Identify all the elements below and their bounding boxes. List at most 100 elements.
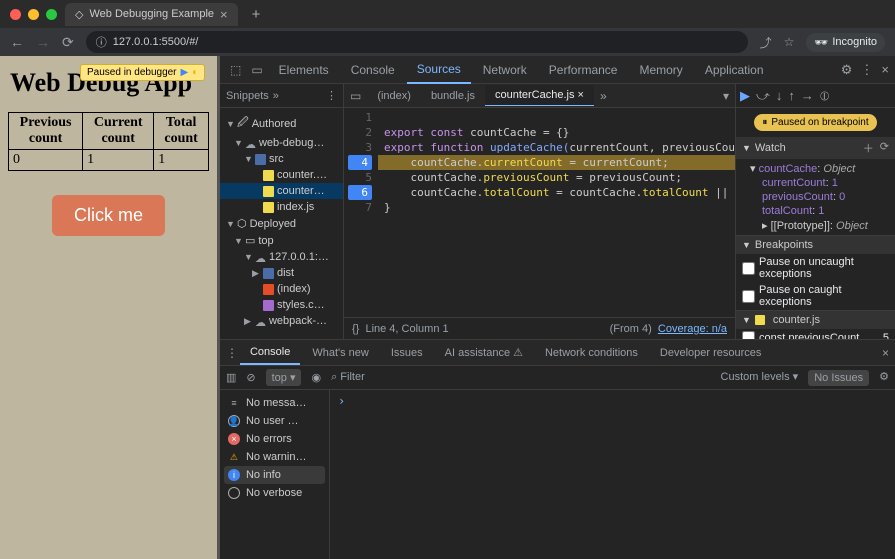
- click-me-button[interactable]: Click me: [52, 195, 165, 236]
- tree-host[interactable]: ▼☁ 127.0.0.1:…: [220, 249, 343, 265]
- tree-webpack[interactable]: ▶☁ webpack-…: [220, 313, 343, 329]
- drawer-tab-ai[interactable]: AI assistance ⚠: [435, 341, 533, 364]
- filter-input[interactable]: ⌕ Filter: [331, 371, 365, 384]
- msg-filter-all[interactable]: ≡No messa…: [224, 394, 325, 412]
- minimize-window-button[interactable]: [28, 9, 39, 20]
- code-area[interactable]: 1 2 3 4 5 6 7 export const countCache = …: [344, 108, 735, 317]
- maximize-window-button[interactable]: [46, 9, 57, 20]
- msg-filter-info[interactable]: iNo info: [224, 466, 325, 484]
- step-icon[interactable]: ◐: [192, 67, 198, 78]
- tab-console[interactable]: Console: [341, 57, 405, 83]
- resume-icon[interactable]: ▶: [181, 67, 189, 78]
- tree-src[interactable]: ▼ src: [220, 151, 343, 167]
- msg-filter-user[interactable]: 👤No user …: [224, 412, 325, 430]
- watch-section-header[interactable]: ▼Watch＋⟳: [736, 137, 895, 159]
- more-icon[interactable]: ⋮: [860, 62, 873, 78]
- tab-network[interactable]: Network: [473, 57, 537, 83]
- back-button[interactable]: ←: [10, 34, 24, 50]
- drawer-tab-whatsnew[interactable]: What's new: [302, 342, 379, 364]
- tree-index-js[interactable]: index.js: [220, 199, 343, 215]
- line-gutter[interactable]: 1 2 3 4 5 6 7: [344, 108, 378, 317]
- console-input[interactable]: ›: [330, 390, 895, 559]
- tree-top[interactable]: ▼▭ top: [220, 232, 343, 249]
- drawer-tab-devres[interactable]: Developer resources: [650, 342, 772, 364]
- forward-button[interactable]: →: [36, 34, 50, 50]
- tree-authored[interactable]: ▼🖉 Authored: [220, 112, 343, 135]
- close-devtools-icon[interactable]: ×: [881, 62, 889, 78]
- step-icon[interactable]: →: [801, 88, 814, 103]
- reload-button[interactable]: ⟳: [62, 34, 74, 51]
- settings-icon[interactable]: ⚙: [841, 62, 853, 78]
- inspect-element-icon[interactable]: ⬚: [226, 63, 245, 77]
- tab-close-icon[interactable]: ×: [220, 7, 228, 22]
- new-tab-button[interactable]: +: [246, 6, 267, 23]
- more-icon[interactable]: ⋮: [326, 89, 337, 102]
- chevron-double-icon[interactable]: »: [594, 89, 613, 103]
- no-issues-badge[interactable]: No Issues: [808, 370, 869, 386]
- editor-tab-countercache[interactable]: counterCache.js ×: [485, 85, 594, 106]
- deactivate-breakpoints-icon[interactable]: ⦶: [820, 88, 829, 104]
- tree-counter-js[interactable]: counter.…: [220, 167, 343, 183]
- coverage-link[interactable]: Coverage: n/a: [658, 323, 727, 335]
- url-field[interactable]: ⓘ 127.0.0.1:5500/#/: [86, 31, 748, 53]
- code-line: countCache.previousCount = previousCount…: [378, 170, 735, 185]
- tree-styles[interactable]: styles.c…: [220, 297, 343, 313]
- snippets-bar[interactable]: Snippets » ⋮: [220, 84, 343, 108]
- incognito-badge[interactable]: 🕶 Incognito: [806, 33, 885, 52]
- code-line: export const countCache = {}: [378, 125, 735, 140]
- add-watch-icon[interactable]: ＋: [863, 140, 874, 156]
- tab-performance[interactable]: Performance: [539, 57, 628, 83]
- brackets-icon[interactable]: {}: [352, 323, 359, 335]
- drawer-tab-network[interactable]: Network conditions: [535, 342, 648, 364]
- tab-elements[interactable]: Elements: [269, 57, 339, 83]
- tree-deployed[interactable]: ▼⬡ Deployed: [220, 215, 343, 232]
- close-drawer-icon[interactable]: ×: [882, 346, 889, 360]
- drawer-tab-issues[interactable]: Issues: [381, 342, 433, 364]
- step-into-icon[interactable]: ↓: [776, 88, 783, 103]
- msg-filter-warnings[interactable]: ⚠No warnin…: [224, 448, 325, 466]
- tree-dist[interactable]: ▶ dist: [220, 265, 343, 281]
- console-drawer: ⋮ Console What's new Issues AI assistanc…: [220, 339, 895, 559]
- step-over-icon[interactable]: ⤻: [756, 88, 770, 104]
- step-out-icon[interactable]: ↑: [788, 88, 795, 103]
- editor-tab-index[interactable]: (index): [367, 86, 421, 106]
- msg-filter-verbose[interactable]: No verbose: [224, 484, 325, 502]
- device-toolbar-icon[interactable]: ▭: [247, 63, 266, 77]
- bookmark-icon[interactable]: ☆: [784, 35, 795, 49]
- uncaught-exceptions-checkbox[interactable]: Pause on uncaught exceptions: [736, 254, 895, 282]
- resume-icon[interactable]: ▶: [740, 88, 750, 104]
- tab-sources[interactable]: Sources: [407, 56, 471, 84]
- breakpoint-row[interactable]: const previousCount5: [736, 329, 895, 339]
- toggle-nav-icon[interactable]: ▭: [344, 89, 367, 103]
- editor-tabbar: ▭ (index) bundle.js counterCache.js × » …: [344, 84, 735, 108]
- tab-application[interactable]: Application: [695, 57, 774, 83]
- close-icon[interactable]: ×: [578, 89, 584, 101]
- live-expression-icon[interactable]: ◉: [311, 371, 321, 384]
- sidebar-toggle-icon[interactable]: ▥: [226, 371, 236, 384]
- context-selector[interactable]: top ▾: [266, 369, 302, 386]
- caught-exceptions-checkbox[interactable]: Pause on caught exceptions: [736, 282, 895, 310]
- tree-webdebug[interactable]: ▼☁ web-debug…: [220, 135, 343, 151]
- td-total: 1: [154, 150, 209, 171]
- watch-body: ▾ countCache: Object currentCount: 1 pre…: [736, 159, 895, 235]
- th-total: Total count: [154, 113, 209, 150]
- tab-memory[interactable]: Memory: [629, 57, 692, 83]
- more-icon[interactable]: ▾: [717, 89, 735, 103]
- breakpoint-file-counter[interactable]: ▼counter.js: [736, 311, 895, 329]
- clear-console-icon[interactable]: ⊘: [246, 371, 255, 384]
- refresh-icon[interactable]: ⟳: [880, 140, 889, 156]
- levels-selector[interactable]: Custom levels ▾: [721, 370, 799, 386]
- drawer-tab-console[interactable]: Console: [240, 341, 300, 365]
- breakpoints-section-header[interactable]: ▼Breakpoints: [736, 236, 895, 254]
- editor-tab-bundle[interactable]: bundle.js: [421, 86, 485, 106]
- share-icon[interactable]: ⤴: [760, 34, 772, 51]
- close-window-button[interactable]: [10, 9, 21, 20]
- browser-tab[interactable]: ◇ Web Debugging Example ×: [65, 3, 238, 26]
- from-count: (From 4): [610, 323, 652, 335]
- msg-filter-errors[interactable]: ×No errors: [224, 430, 325, 448]
- tree-countercache-js[interactable]: counter…: [220, 183, 343, 199]
- settings-icon[interactable]: ⚙: [879, 370, 889, 386]
- tree-index-html[interactable]: (index): [220, 281, 343, 297]
- site-info-icon[interactable]: ⓘ: [96, 34, 107, 50]
- more-icon[interactable]: ⋮: [226, 346, 238, 360]
